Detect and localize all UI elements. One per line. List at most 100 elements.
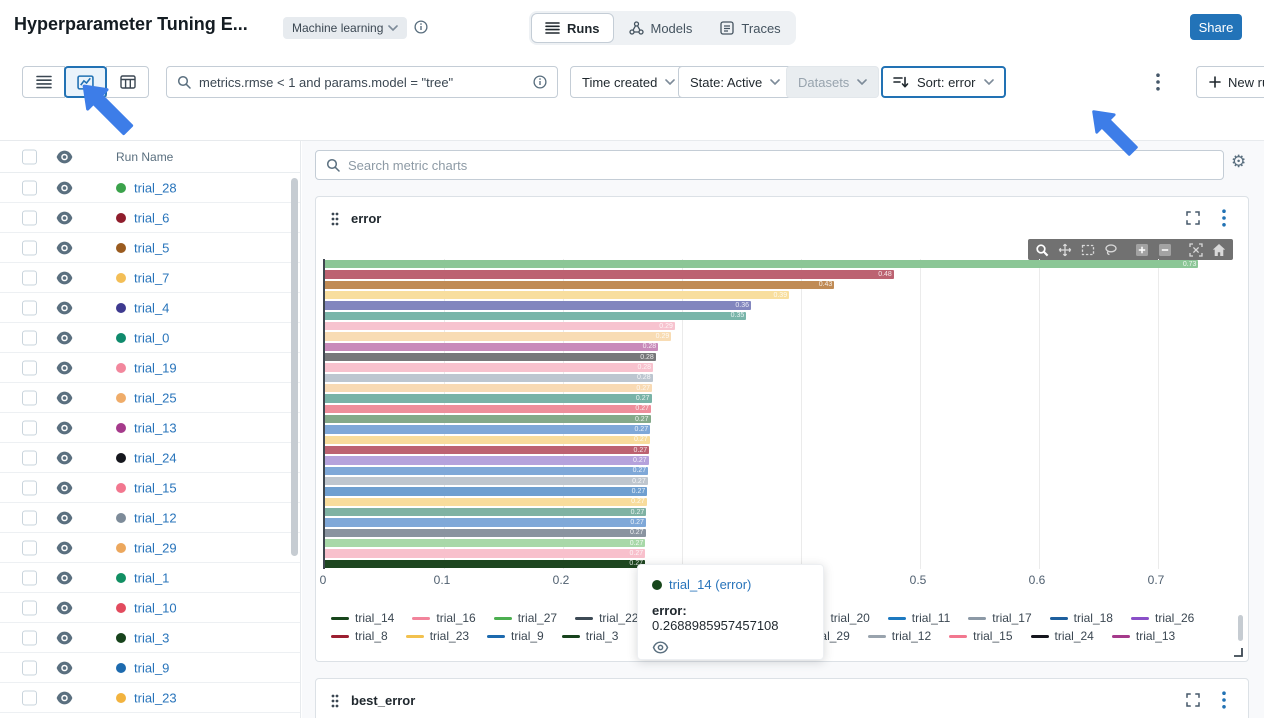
bar-trial_25[interactable]: 0.29 [325, 332, 671, 340]
experiment-tag-dropdown[interactable]: Machine learning [283, 17, 407, 39]
bar-trial_21[interactable]: 0.27 [325, 518, 646, 526]
visibility-eye-icon[interactable] [56, 361, 73, 374]
visibility-eye-icon[interactable] [56, 271, 73, 284]
bar-trial_10[interactable]: 0.27 [325, 405, 651, 413]
row-checkbox[interactable] [22, 270, 37, 285]
legend-item-trial_23[interactable]: trial_23 [406, 629, 469, 643]
run-name-link[interactable]: trial_0 [134, 330, 169, 345]
bar-trial_24[interactable]: 0.28 [325, 353, 656, 361]
eye-outline-icon[interactable] [652, 641, 809, 654]
info-icon[interactable] [533, 75, 547, 89]
run-name-link[interactable]: trial_6 [134, 210, 169, 225]
fullscreen-icon[interactable] [1186, 693, 1200, 707]
legend-item-trial_14[interactable]: trial_14 [331, 611, 394, 625]
list-view-toggle[interactable] [22, 66, 65, 98]
tab-models[interactable]: Models [616, 13, 706, 43]
row-checkbox[interactable] [22, 390, 37, 405]
row-checkbox[interactable] [22, 570, 37, 585]
row-checkbox[interactable] [22, 660, 37, 675]
row-checkbox[interactable] [22, 600, 37, 615]
legend-item-trial_18[interactable]: trial_18 [1050, 611, 1113, 625]
card-resize-handle-icon[interactable] [1233, 647, 1243, 657]
bar-trial_5[interactable]: 0.43 [325, 281, 834, 289]
legend-item-trial_26[interactable]: trial_26 [1131, 611, 1194, 625]
legend-item-trial_11[interactable]: trial_11 [888, 611, 950, 625]
run-name-link[interactable]: trial_1 [134, 570, 169, 585]
row-checkbox[interactable] [22, 330, 37, 345]
run-name-link[interactable]: trial_24 [134, 450, 177, 465]
row-checkbox[interactable] [22, 690, 37, 705]
legend-item-trial_13[interactable]: trial_13 [1112, 629, 1175, 643]
visibility-eye-icon[interactable] [56, 421, 73, 434]
box-select-icon[interactable] [1078, 241, 1098, 258]
bar-trial_4[interactable]: 0.36 [325, 301, 751, 309]
bar-trial_13[interactable]: 0.28 [325, 343, 658, 351]
legend-item-trial_15[interactable]: trial_15 [949, 629, 1012, 643]
run-name-link[interactable]: trial_4 [134, 300, 169, 315]
row-checkbox[interactable] [22, 540, 37, 555]
visibility-eye-icon[interactable] [56, 601, 73, 614]
time-created-dropdown[interactable]: Time created [570, 66, 687, 98]
bar-trial_0[interactable]: 0.35 [325, 312, 746, 320]
run-name-link[interactable]: trial_23 [134, 690, 177, 705]
legend-item-trial_22[interactable]: trial_22 [575, 611, 638, 625]
sort-error-dropdown[interactable]: Sort: error [881, 66, 1006, 98]
row-checkbox[interactable] [22, 630, 37, 645]
zoom-out-icon[interactable] [1155, 241, 1175, 258]
bar-trial_22[interactable]: 0.27 [325, 529, 646, 537]
bar-trial_26[interactable]: 0.27 [325, 456, 649, 464]
run-name-link[interactable]: trial_13 [134, 420, 177, 435]
bar-trial_19[interactable]: 0.29 [325, 322, 675, 330]
row-checkbox[interactable] [22, 420, 37, 435]
visibility-eye-icon[interactable] [56, 691, 73, 704]
gear-icon[interactable]: ⚙ [1231, 153, 1246, 170]
visibility-eye-icon[interactable] [56, 571, 73, 584]
bar-trial_7[interactable]: 0.39 [325, 291, 789, 299]
bar-trial_23[interactable]: 0.27 [325, 436, 650, 444]
bar-trial_15[interactable]: 0.28 [325, 363, 653, 371]
run-name-link[interactable]: trial_15 [134, 480, 177, 495]
drag-handle-icon[interactable] [331, 212, 339, 226]
runs-list-scrollbar[interactable] [291, 178, 298, 556]
state-active-dropdown[interactable]: State: Active [678, 66, 792, 98]
chart-view-toggle[interactable] [64, 66, 107, 98]
row-checkbox[interactable] [22, 180, 37, 195]
visibility-eye-icon[interactable] [56, 481, 73, 494]
run-name-link[interactable]: trial_3 [134, 630, 169, 645]
share-button[interactable]: Share [1190, 14, 1242, 40]
table-view-toggle[interactable] [106, 66, 149, 98]
pan-icon[interactable] [1055, 241, 1075, 258]
visibility-eye-icon[interactable] [56, 301, 73, 314]
select-all-checkbox[interactable] [22, 149, 37, 164]
bar-trial_6[interactable]: 0.48 [325, 270, 894, 278]
lasso-select-icon[interactable] [1101, 241, 1121, 258]
visibility-eye-icon[interactable] [56, 541, 73, 554]
run-name-link[interactable]: trial_29 [134, 540, 177, 555]
visibility-eye-icon[interactable] [56, 150, 73, 163]
row-checkbox[interactable] [22, 210, 37, 225]
bar-trial_12[interactable]: 0.28 [325, 374, 653, 382]
run-name-link[interactable]: trial_9 [134, 660, 169, 675]
legend-item-trial_9[interactable]: trial_9 [487, 629, 544, 643]
bar-trial_16[interactable]: 0.27 [325, 549, 645, 557]
visibility-eye-icon[interactable] [56, 241, 73, 254]
visibility-eye-icon[interactable] [56, 331, 73, 344]
bar-trial_17[interactable]: 0.27 [325, 477, 648, 485]
visibility-eye-icon[interactable] [56, 391, 73, 404]
chart-menu-kebab-icon[interactable] [1222, 209, 1226, 227]
drag-handle-icon[interactable] [331, 694, 339, 708]
legend-item-trial_3[interactable]: trial_3 [562, 629, 619, 643]
row-checkbox[interactable] [22, 240, 37, 255]
legend-item-trial_12[interactable]: trial_12 [868, 629, 931, 643]
bar-trial_3[interactable]: 0.27 [325, 415, 651, 423]
row-checkbox[interactable] [22, 450, 37, 465]
visibility-eye-icon[interactable] [56, 661, 73, 674]
autoscale-icon[interactable] [1186, 241, 1206, 258]
fullscreen-icon[interactable] [1186, 211, 1200, 225]
bar-trial_8[interactable]: 0.27 [325, 446, 649, 454]
run-name-link[interactable]: trial_19 [134, 360, 177, 375]
row-checkbox[interactable] [22, 360, 37, 375]
visibility-eye-icon[interactable] [56, 631, 73, 644]
bar-trial_28[interactable]: 0.73 [325, 260, 1198, 268]
visibility-eye-icon[interactable] [56, 211, 73, 224]
